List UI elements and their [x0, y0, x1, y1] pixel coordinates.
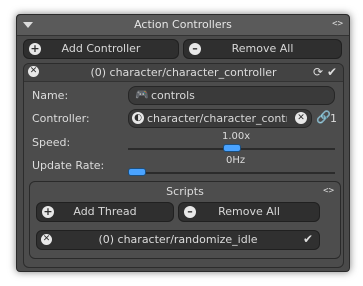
remove-all-label: Remove All [231, 42, 294, 55]
remove-all-threads-label: Remove All [218, 205, 280, 218]
update-rate-label: Update Rate: [32, 159, 105, 172]
speed-slider-knob[interactable] [222, 144, 241, 152]
link-count: 1 [330, 112, 337, 125]
script-label: (0) character/randomize_idle [98, 233, 258, 246]
scripts-code-icon[interactable]: <> [323, 186, 334, 196]
remove-all-threads-button[interactable]: – Remove All [178, 202, 320, 222]
code-icon[interactable]: <> [332, 19, 343, 29]
name-label: Name: [32, 89, 69, 102]
name-value: controls [151, 89, 195, 102]
refresh-icon[interactable]: ⟳ [313, 65, 323, 79]
gamepad-icon: 🎮 [135, 88, 149, 101]
update-rate-value: 0Hz [226, 155, 246, 166]
remove-all-controllers-button[interactable]: – Remove All [183, 39, 342, 59]
name-field[interactable]: 🎮 controls [128, 86, 335, 105]
script-row[interactable]: ✕ (0) character/randomize_idle ✔ [36, 230, 320, 250]
controller-field[interactable]: ◐ character/character_contr ✕ [128, 109, 312, 128]
panel-header[interactable]: Action Controllers <> [17, 15, 349, 36]
add-controller-label: Add Controller [61, 42, 141, 55]
speed-label: Speed: [32, 136, 71, 149]
checkmark-icon[interactable]: ✔ [327, 65, 337, 79]
scripts-section: Scripts <> + Add Thread – Remove All ✕ (… [29, 181, 341, 259]
controller-resource-icon: ◐ [132, 112, 144, 124]
add-thread-label: Add Thread [73, 205, 137, 218]
add-controller-button[interactable]: + Add Controller [23, 39, 179, 59]
controller-title: (0) character/character_controller [90, 66, 277, 79]
update-rate-slider-track[interactable] [128, 172, 335, 174]
action-controllers-panel: Action Controllers <> + Add Controller –… [16, 14, 350, 272]
enabled-checkmark-icon[interactable]: ✔ [303, 232, 313, 246]
controller-label: Controller: [32, 112, 90, 125]
add-thread-button[interactable]: + Add Thread [36, 202, 174, 222]
panel-title: Action Controllers [134, 18, 232, 31]
controller-card-header: ✕ (0) character/character_controller ⟳ ✔ [24, 64, 343, 82]
speed-value: 1.00x [222, 131, 251, 142]
controller-value: character/character_contr [147, 112, 287, 125]
scripts-title: Scripts [166, 185, 204, 198]
link-icon[interactable]: 🔗 [316, 110, 331, 124]
update-rate-slider-knob[interactable] [128, 168, 146, 176]
clear-icon[interactable]: ✕ [295, 112, 307, 124]
